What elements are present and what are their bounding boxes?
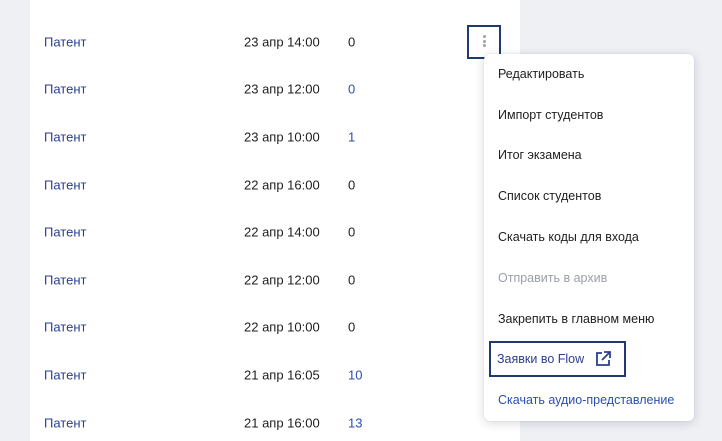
student-count[interactable]: 1: [348, 129, 355, 144]
session-type[interactable]: Патент: [44, 320, 86, 335]
row-actions-menu: Редактировать Импорт студентов Итог экза…: [484, 54, 694, 421]
table-row[interactable]: Патент 21 апр 16:00 13: [30, 399, 520, 441]
session-type[interactable]: Патент: [44, 129, 86, 144]
menu-item-edit[interactable]: Редактировать: [498, 67, 584, 81]
table-row[interactable]: Патент 22 апр 16:00 0: [30, 161, 520, 209]
external-link-icon: [596, 351, 611, 366]
session-type[interactable]: Патент: [44, 177, 86, 192]
session-datetime: 22 апр 16:00: [244, 177, 320, 193]
session-type[interactable]: Патент: [44, 367, 86, 382]
session-datetime: 23 апр 10:00: [244, 129, 320, 145]
menu-item-download-audio[interactable]: Скачать аудио-представление: [498, 393, 674, 407]
student-count[interactable]: 13: [348, 415, 362, 430]
session-datetime: 22 апр 14:00: [244, 224, 320, 240]
session-datetime: 21 апр 16:05: [244, 367, 320, 383]
table-row[interactable]: Патент 22 апр 14:00 0: [30, 208, 520, 256]
student-count: 0: [348, 319, 356, 335]
student-count[interactable]: 10: [348, 367, 362, 382]
session-type[interactable]: Патент: [44, 225, 86, 240]
exam-sessions-table: Патент 23 апр 14:00 0 Патент 23 апр 12:0…: [30, 0, 520, 441]
student-count: 0: [348, 272, 356, 288]
student-count: 0: [348, 224, 356, 240]
table-row[interactable]: Патент 21 апр 16:05 10: [30, 351, 520, 399]
session-type[interactable]: Патент: [44, 34, 86, 49]
session-datetime: 23 апр 12:00: [244, 81, 320, 97]
flow-requests-label: Заявки во Flow: [497, 352, 585, 366]
session-type[interactable]: Патент: [44, 415, 86, 430]
menu-item-student-list[interactable]: Список студентов: [498, 189, 601, 203]
session-datetime: 22 апр 10:00: [244, 319, 320, 335]
menu-item-import-students[interactable]: Импорт студентов: [498, 108, 603, 122]
session-datetime: 22 апр 12:00: [244, 272, 320, 288]
table-row[interactable]: Патент 22 апр 12:00 0: [30, 256, 520, 304]
menu-item-archive: Отправить в архив: [498, 271, 608, 285]
more-vertical-icon: [482, 35, 486, 39]
session-type[interactable]: Патент: [44, 272, 86, 287]
session-datetime: 21 апр 16:00: [244, 415, 320, 431]
student-count: 0: [348, 177, 356, 193]
menu-item-exam-result[interactable]: Итог экзамена: [498, 148, 582, 162]
student-count: 0: [348, 34, 356, 50]
student-count[interactable]: 0: [348, 82, 355, 97]
menu-item-download-codes[interactable]: Скачать коды для входа: [498, 230, 639, 244]
table-row[interactable]: Патент 22 апр 10:00 0: [30, 304, 520, 352]
table-row[interactable]: Патент 23 апр 12:00 0: [30, 66, 520, 114]
session-type[interactable]: Патент: [44, 82, 86, 97]
table-row[interactable]: Патент 23 апр 14:00 0: [30, 18, 520, 66]
menu-item-pin-main-menu[interactable]: Закрепить в главном меню: [498, 312, 654, 326]
session-datetime: 23 апр 14:00: [244, 34, 320, 50]
menu-item-flow-requests[interactable]: Заявки во Flow: [489, 341, 626, 377]
table-row[interactable]: Патент 23 апр 10:00 1: [30, 113, 520, 161]
